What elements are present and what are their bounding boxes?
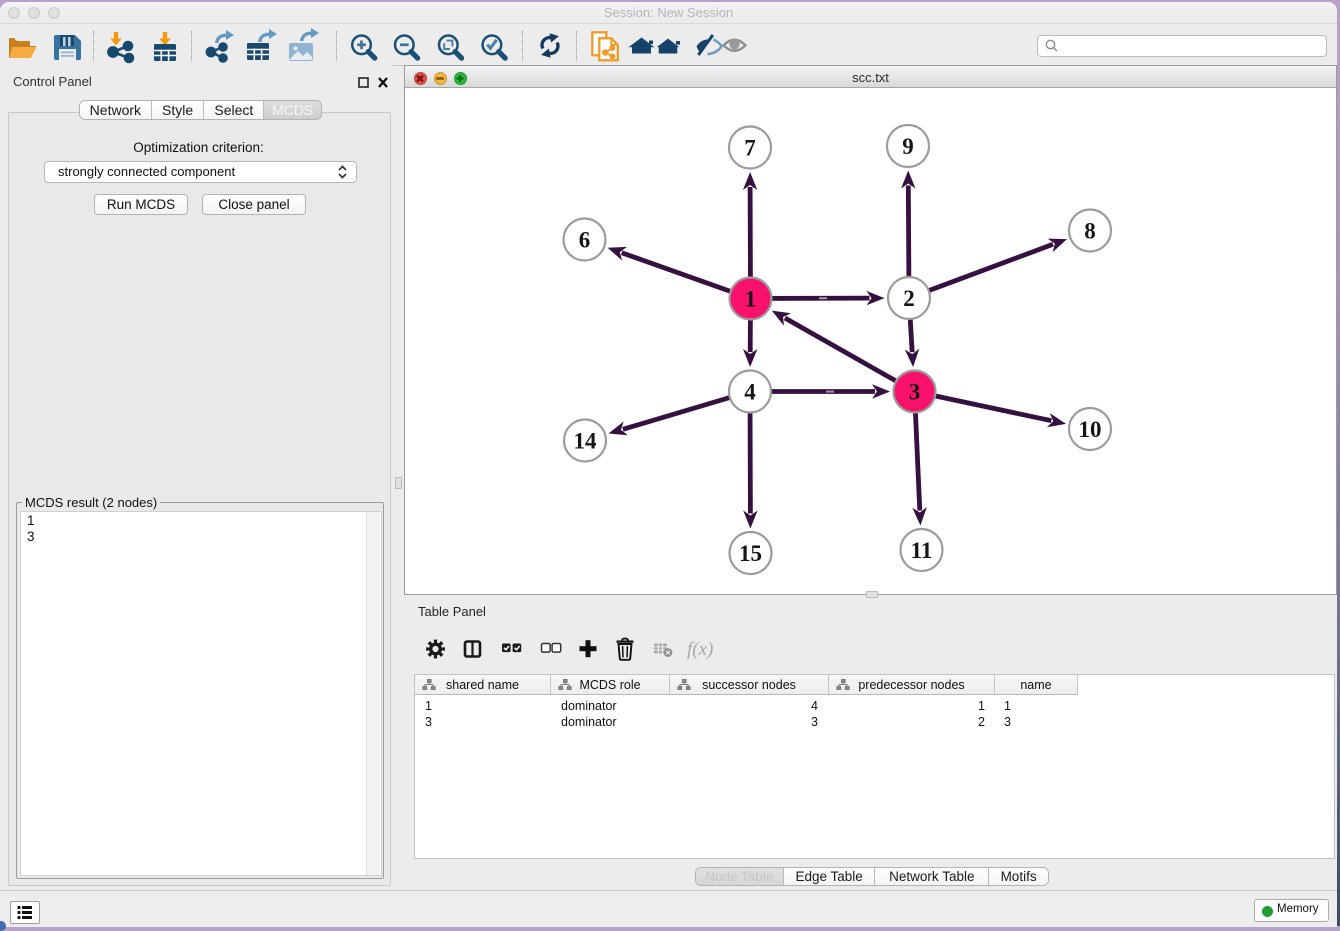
svg-text:2: 2 [903,286,915,311]
svg-text:6: 6 [579,228,591,253]
svg-text:11: 11 [911,538,933,563]
svg-text:4: 4 [744,380,756,405]
svg-text:3: 3 [909,380,921,405]
svg-text:7: 7 [744,136,756,161]
svg-text:10: 10 [1079,417,1102,442]
svg-text:1: 1 [745,287,757,312]
svg-text:f(x): f(x) [687,639,713,660]
svg-text:8: 8 [1084,219,1096,244]
svg-text:14: 14 [574,429,598,454]
svg-text:15: 15 [739,541,762,566]
svg-text:9: 9 [902,134,914,159]
